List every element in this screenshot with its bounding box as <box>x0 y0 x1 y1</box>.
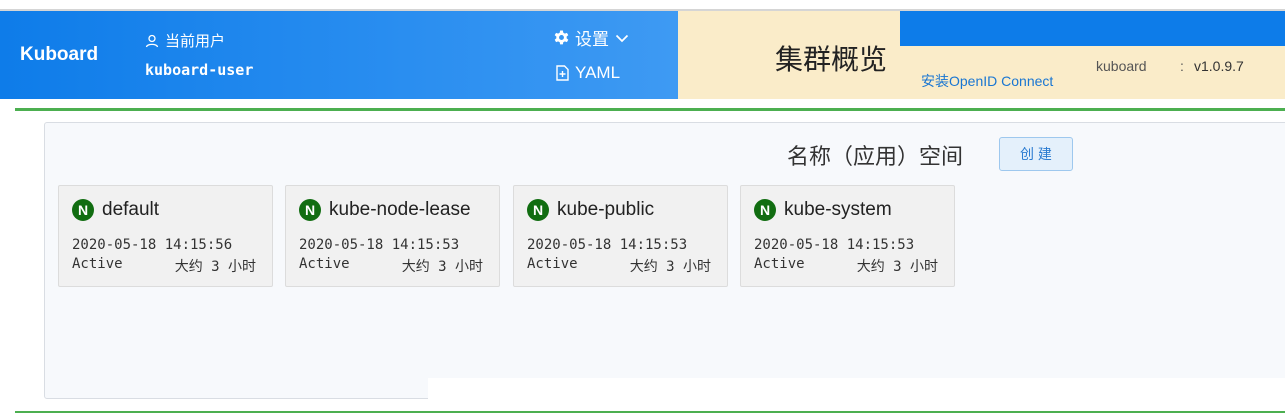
install-openid-link[interactable]: 安装OpenID Connect <box>921 71 1053 91</box>
namespace-created: 2020-05-18 14:15:53 <box>527 237 688 253</box>
footer-divider <box>15 411 1285 413</box>
cluster-info-strip <box>900 11 1285 46</box>
namespace-created: 2020-05-18 14:15:53 <box>299 237 460 253</box>
user-icon <box>145 34 159 47</box>
namespace-card-kube-node-lease[interactable]: N kube-node-lease 2020-05-18 14:15:53 Ac… <box>285 185 500 287</box>
namespace-status: Active <box>299 256 350 272</box>
namespace-status: Active <box>527 256 578 272</box>
namespace-section-title: 名称（应用）空间 <box>787 144 964 169</box>
header-nav-area: Kuboard 当前用户 kuboard-user 设置 YAML <box>0 11 678 99</box>
gear-icon <box>554 30 569 45</box>
namespace-badge-icon: N <box>299 199 321 221</box>
namespace-age: 大约 3 小时 <box>629 259 711 275</box>
namespace-badge-icon: N <box>754 199 776 221</box>
page-title: 集群概览 <box>775 44 888 75</box>
namespace-created: 2020-05-18 14:15:56 <box>72 237 233 253</box>
kuboard-version-label: kuboard <box>1096 58 1147 74</box>
namespace-card-default[interactable]: N default 2020-05-18 14:15:56 Active 大约 … <box>58 185 273 287</box>
settings-label: 设置 <box>575 30 609 49</box>
namespace-created: 2020-05-18 14:15:53 <box>754 237 915 253</box>
kuboard-version-colon: : <box>1180 58 1184 74</box>
namespace-name: default <box>102 199 160 220</box>
namespace-badge-icon: N <box>527 199 549 221</box>
chevron-down-icon <box>615 34 629 42</box>
namespace-name: kube-node-lease <box>329 199 471 220</box>
header-divider <box>15 108 1285 111</box>
yaml-label: YAML <box>575 63 621 82</box>
app-header: Kuboard 当前用户 kuboard-user 设置 YAML 集群概览 安… <box>0 11 1285 99</box>
namespace-badge-icon: N <box>72 199 94 221</box>
namespace-age: 大约 3 小时 <box>174 259 256 275</box>
current-user-label: 当前用户 <box>145 30 225 51</box>
namespace-card-kube-public[interactable]: N kube-public 2020-05-18 14:15:53 Active… <box>513 185 728 287</box>
user-name: kuboard-user <box>145 61 254 79</box>
file-add-icon <box>556 65 569 81</box>
current-user-text: 当前用户 <box>165 33 226 50</box>
namespace-status: Active <box>754 256 805 272</box>
namespace-status: Active <box>72 256 123 272</box>
app-brand[interactable]: Kuboard <box>20 44 98 66</box>
namespace-age: 大约 3 小时 <box>856 259 938 275</box>
namespace-name: kube-public <box>557 199 655 220</box>
namespace-card-kube-system[interactable]: N kube-system 2020-05-18 14:15:53 Active… <box>740 185 955 287</box>
settings-menu-button[interactable]: 设置 <box>553 25 635 50</box>
namespace-age: 大约 3 小时 <box>401 259 483 275</box>
namespace-name: kube-system <box>784 199 892 220</box>
kuboard-version-value: v1.0.9.7 <box>1194 58 1244 74</box>
create-namespace-button[interactable]: 创 建 <box>999 137 1073 171</box>
yaml-button[interactable]: YAML <box>555 63 620 83</box>
